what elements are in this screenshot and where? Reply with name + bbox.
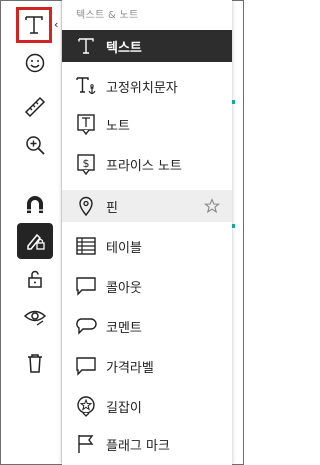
price-note-icon: $ xyxy=(74,152,98,176)
emoji-icon xyxy=(25,53,45,73)
menu-item-price-label[interactable]: 가격라벨 xyxy=(62,350,232,382)
table-icon xyxy=(74,234,98,258)
menu-item-label: 노트 xyxy=(106,118,130,134)
menu-item-label: 프라이스 노트 xyxy=(106,158,182,174)
menu-item-anchored-text[interactable]: 고정위치문자 xyxy=(62,70,232,102)
menu-item-pin[interactable]: 핀 xyxy=(62,190,232,222)
visibility-tool-button[interactable] xyxy=(17,299,53,335)
emoji-tool-button[interactable] xyxy=(17,45,53,81)
flag-icon xyxy=(74,432,98,456)
zoom-in-icon xyxy=(26,136,45,155)
zoom-tool-button[interactable] xyxy=(17,127,53,163)
magnet-tool-button[interactable] xyxy=(17,187,53,223)
pin-icon xyxy=(74,194,98,218)
accent-marker xyxy=(232,224,235,228)
menu-item-note[interactable]: 노트 xyxy=(62,108,232,140)
comment-icon xyxy=(74,314,98,338)
text-note-panel: 텍스트 & 노트 텍스트 고정위치문자 노트 $ 프라이스 노트 핀 테이블 콜… xyxy=(62,0,232,465)
text-tool-button[interactable] xyxy=(16,7,52,43)
menu-item-label: 플래그 마크 xyxy=(106,438,170,454)
accent-marker xyxy=(232,100,235,104)
menu-item-callout[interactable]: 콜아웃 xyxy=(62,270,232,302)
guide-icon xyxy=(74,394,98,418)
anchored-text-icon xyxy=(74,74,98,98)
panel-header: 텍스트 & 노트 xyxy=(76,10,139,21)
svg-text:$: $ xyxy=(83,157,90,170)
ruler-tool-button[interactable] xyxy=(17,89,53,125)
favorite-star-icon[interactable] xyxy=(204,198,220,214)
pen-lock-tool-button[interactable] xyxy=(17,223,53,259)
expand-caret-icon[interactable]: ‹ xyxy=(54,18,58,31)
text-tool-icon xyxy=(25,16,43,34)
menu-item-label: 가격라벨 xyxy=(106,360,154,376)
pen-lock-icon xyxy=(27,233,45,250)
ruler-icon xyxy=(24,96,46,118)
left-toolbar: ‹ xyxy=(1,1,62,463)
trash-icon xyxy=(28,354,42,373)
menu-item-table[interactable]: 테이블 xyxy=(62,230,232,262)
delete-tool-button[interactable] xyxy=(17,345,53,381)
callout-icon xyxy=(74,274,98,298)
text-icon xyxy=(74,34,98,58)
menu-item-label: 핀 xyxy=(106,200,118,216)
menu-item-label: 코멘트 xyxy=(106,320,142,336)
menu-item-text[interactable]: 텍스트 xyxy=(62,30,232,62)
menu-item-label: 고정위치문자 xyxy=(106,80,178,96)
note-icon xyxy=(74,112,98,136)
eye-icon xyxy=(23,310,47,326)
menu-item-price-note[interactable]: $ 프라이스 노트 xyxy=(62,148,232,180)
menu-item-guide[interactable]: 길잡이 xyxy=(62,390,232,422)
menu-item-flag[interactable]: 플래그 마크 xyxy=(62,428,232,460)
menu-item-label: 콜아웃 xyxy=(106,280,142,296)
unlock-tool-button[interactable] xyxy=(17,261,53,297)
menu-item-label: 테이블 xyxy=(106,240,142,256)
menu-item-label: 길잡이 xyxy=(106,400,142,416)
price-label-icon xyxy=(74,354,98,378)
unlock-icon xyxy=(28,270,42,288)
menu-item-comment[interactable]: 코멘트 xyxy=(62,310,232,342)
magnet-icon xyxy=(27,196,43,213)
menu-item-label: 텍스트 xyxy=(106,40,142,56)
